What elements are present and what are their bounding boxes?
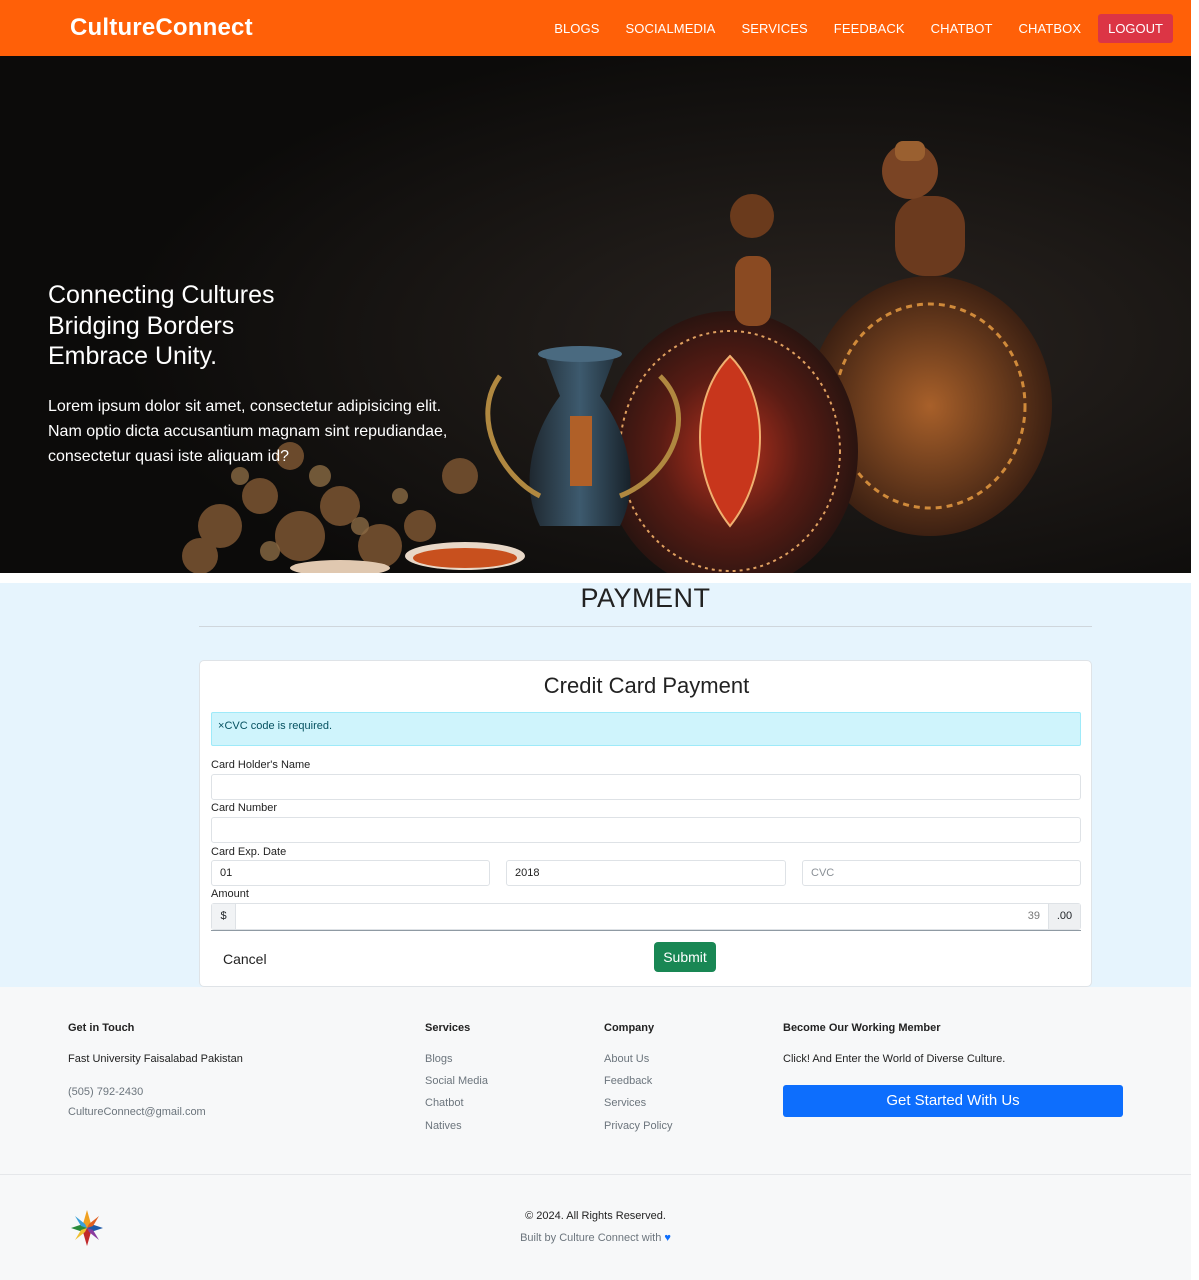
amount-input[interactable]: 39	[1028, 904, 1040, 929]
nav-link-socialmedia[interactable]: SOCIALMEDIA	[626, 21, 716, 36]
currency-symbol: $	[212, 904, 236, 929]
footer-link-blogs[interactable]: Blogs	[425, 1053, 453, 1065]
nav-link-feedback[interactable]: FEEDBACK	[834, 21, 905, 36]
card-exp-label: Card Exp. Date	[211, 846, 287, 858]
nav-link-blogs[interactable]: BLOGS	[554, 21, 599, 36]
card-number-input[interactable]	[211, 817, 1081, 843]
brand-logo[interactable]: CultureConnect	[70, 14, 253, 42]
amount-input-group[interactable]: $ 39 .00	[211, 903, 1081, 930]
error-alert: ×CVC code is required.	[211, 712, 1081, 746]
nav-link-chatbox[interactable]: CHATBOX	[1019, 21, 1082, 36]
hero-description: Lorem ipsum dolor sit amet, consectetur …	[48, 398, 448, 465]
card-holder-input[interactable]	[211, 774, 1081, 800]
built-by-text: Built by Culture Connect with ♥	[0, 1232, 1191, 1244]
hero-title: Connecting Cultures Bridging Borders Emb…	[48, 280, 275, 372]
get-started-button[interactable]: Get Started With Us	[783, 1085, 1123, 1117]
copyright-text: © 2024. All Rights Reserved.	[525, 1210, 666, 1222]
footer: Get in Touch Fast University Faisalabad …	[0, 987, 1191, 1280]
hero-title-line: Connecting Cultures	[48, 281, 275, 309]
card-holder-label: Card Holder's Name	[211, 759, 311, 771]
payment-heading: PAYMENT	[580, 583, 711, 613]
amount-label: Amount	[211, 888, 249, 900]
company-heading: Company	[604, 1022, 655, 1034]
amount-underline	[211, 930, 1081, 931]
logout-button[interactable]: LOGOUT	[1098, 14, 1173, 43]
nav-links: BLOGS SOCIALMEDIA SERVICES FEEDBACK CHAT…	[528, 14, 1173, 43]
exp-month-input[interactable]: 01	[211, 860, 490, 886]
member-heading: Become Our Working Member	[783, 1022, 941, 1034]
heart-icon: ♥	[664, 1232, 671, 1244]
footer-divider	[0, 1174, 1191, 1175]
divider	[199, 626, 1092, 627]
services-heading: Services	[425, 1022, 471, 1034]
nav-link-chatbot[interactable]: CHATBOT	[931, 21, 993, 36]
payment-card: Credit Card Payment ×CVC code is require…	[199, 660, 1092, 987]
built-by-label: Built by Culture Connect with	[520, 1232, 662, 1244]
footer-link-about-us[interactable]: About Us	[604, 1053, 649, 1065]
payment-section: PAYMENT Credit Card Payment ×CVC code is…	[0, 583, 1191, 987]
amount-suffix: .00	[1048, 904, 1080, 929]
contact-address: Fast University Faisalabad Pakistan	[68, 1053, 243, 1065]
footer-link-services[interactable]: Services	[604, 1097, 646, 1109]
member-text: Click! And Enter the World of Diverse Cu…	[783, 1053, 1006, 1065]
nav-link-services[interactable]: SERVICES	[741, 21, 807, 36]
footer-link-chatbot[interactable]: Chatbot	[425, 1097, 464, 1109]
contact-heading: Get in Touch	[68, 1022, 135, 1034]
alert-message: CVC code is required.	[224, 720, 333, 732]
card-title: Credit Card Payment	[543, 673, 750, 698]
cvc-input[interactable]: CVC	[802, 860, 1081, 886]
exp-year-input[interactable]: 2018	[506, 860, 786, 886]
card-number-label: Card Number	[211, 802, 278, 814]
cancel-button[interactable]: Cancel	[223, 951, 267, 967]
footer-link-feedback[interactable]: Feedback	[604, 1075, 652, 1087]
contact-email[interactable]: CultureConnect@gmail.com	[68, 1106, 206, 1118]
footer-link-privacy-policy[interactable]: Privacy Policy	[604, 1120, 672, 1132]
hero-title-line: Bridging Borders	[48, 311, 235, 340]
contact-phone[interactable]: (505) 792-2430	[68, 1086, 143, 1098]
hero-title-line: Embrace Unity.	[48, 342, 218, 370]
hero-banner: Connecting Cultures Bridging Borders Emb…	[0, 56, 1191, 573]
submit-button[interactable]: Submit	[654, 942, 716, 972]
navbar: CultureConnect BLOGS SOCIALMEDIA SERVICE…	[0, 0, 1191, 56]
footer-link-social-media[interactable]: Social Media	[425, 1075, 488, 1087]
footer-link-natives[interactable]: Natives	[425, 1120, 462, 1132]
